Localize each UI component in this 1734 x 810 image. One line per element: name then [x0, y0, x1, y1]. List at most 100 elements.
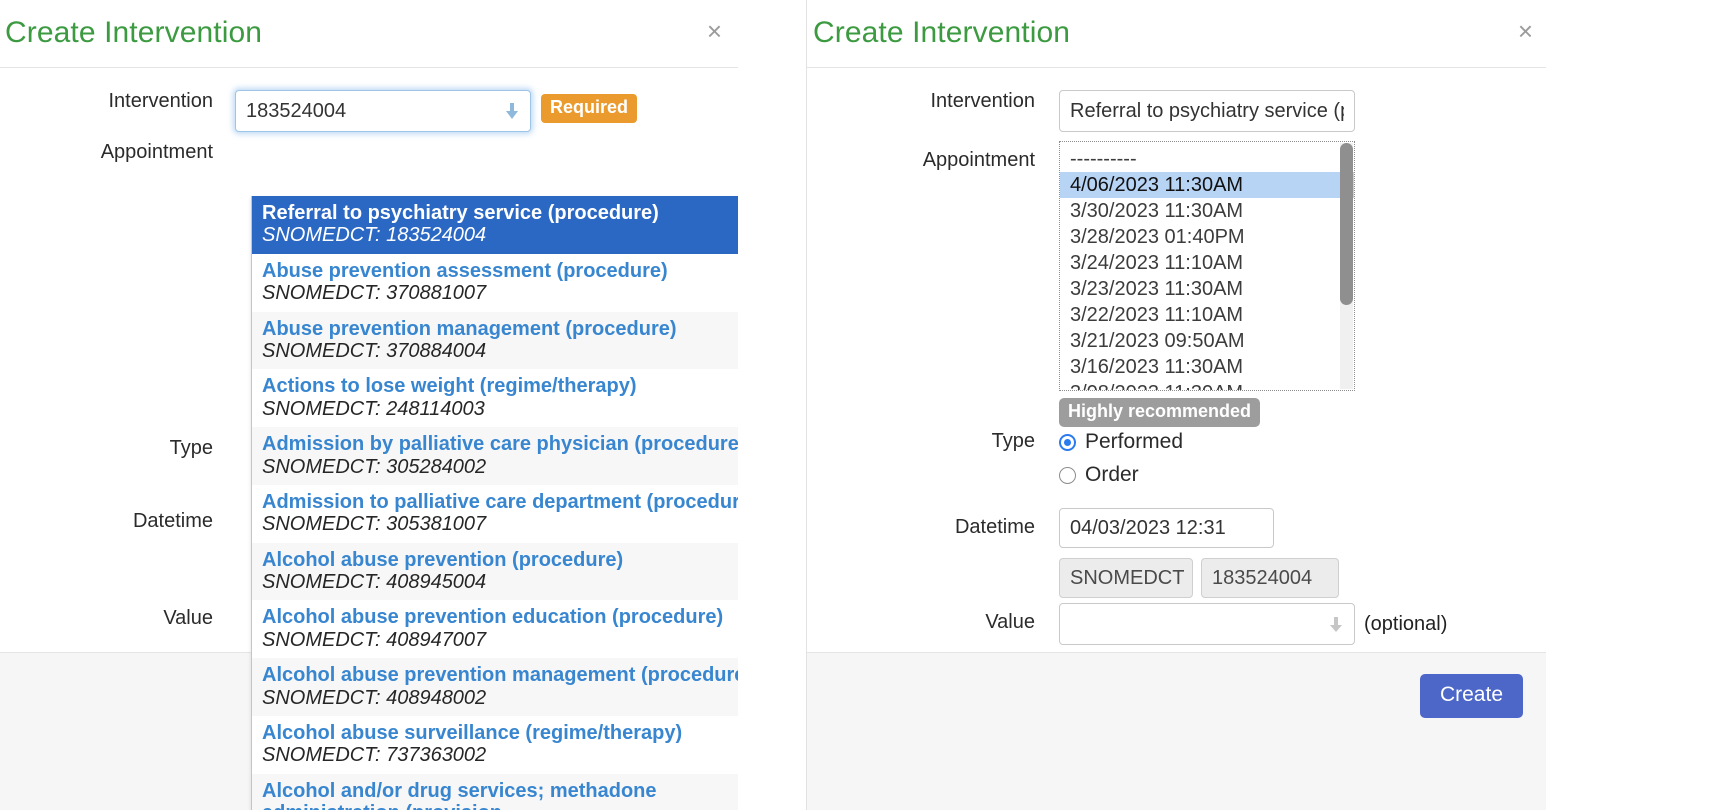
type-label-right: Type	[991, 430, 1035, 452]
page-title-right: Create Intervention	[813, 16, 1071, 49]
autocomplete-option-code: SNOMEDCT: 408948002	[262, 686, 487, 709]
recommend-badge-wrap: Highly recommended	[1059, 398, 1355, 427]
autocomplete-option-title: Alcohol abuse prevention (procedure)	[262, 548, 624, 571]
field-row-intervention: Intervention Required	[0, 90, 738, 132]
modal-footer-right: Create	[807, 652, 1547, 810]
radio-unchecked-icon[interactable]	[1059, 466, 1076, 484]
value-select-wrap	[1059, 603, 1355, 645]
listbox-scrollbar[interactable]	[1340, 143, 1353, 389]
appointment-option[interactable]: 3/08/2023 11:30AM	[1060, 380, 1354, 390]
type-label: Type	[169, 437, 213, 459]
autocomplete-option-title: Alcohol and/or drug services; methadone …	[262, 779, 657, 810]
datetime-label-right: Datetime	[954, 516, 1035, 538]
intervention-autocomplete-dropdown[interactable]: Referral to psychiatry service (procedur…	[251, 196, 739, 810]
autocomplete-option[interactable]: Actions to lose weight (regime/therapy) S…	[252, 369, 738, 428]
field-row-datetime-right: Datetime SNOMEDCT 183524004	[807, 508, 1547, 598]
appointment-label-right: Appointment	[922, 149, 1035, 171]
appointment-option[interactable]: 3/16/2023 11:30AM	[1060, 354, 1354, 380]
appointment-option[interactable]: 3/28/2023 01:40PM	[1060, 224, 1354, 250]
autocomplete-option[interactable]: Alcohol and/or drug services; methadone …	[252, 773, 738, 810]
appointment-label: Appointment	[100, 141, 213, 163]
appointment-field-wrap: ---------- 4/06/2023 11:30AM 3/30/2023 11:…	[1059, 141, 1355, 427]
autocomplete-option-code: SNOMEDCT: 248114003	[262, 397, 485, 420]
autocomplete-option[interactable]: Abuse prevention management (procedure) S…	[252, 311, 738, 370]
datetime-input[interactable]	[1059, 508, 1274, 548]
page-title: Create Intervention	[5, 16, 263, 49]
value-label: Value	[163, 607, 213, 629]
radio-checked-icon[interactable]	[1059, 433, 1076, 451]
modal-body-left: Intervention Required Appointment	[0, 68, 738, 810]
appointment-option[interactable]: 4/06/2023 11:30AM	[1060, 172, 1354, 198]
autocomplete-option-code: SNOMEDCT: 408945004	[262, 571, 487, 594]
autocomplete-option[interactable]: Admission by palliative care physician (…	[252, 427, 739, 485]
close-icon-right[interactable]: ×	[1518, 18, 1533, 44]
screenshot-root: Create Intervention × Intervention Requi…	[0, 0, 1734, 810]
intervention-input-wrap	[235, 90, 531, 132]
create-intervention-modal-right: Create Intervention × Intervention Appoi…	[806, 0, 1547, 810]
field-row-type-right: Type Performed Order	[807, 430, 1547, 496]
value-label-right: Value	[985, 611, 1035, 633]
intervention-label: Intervention	[108, 90, 213, 112]
value-input[interactable]	[1059, 603, 1355, 645]
modal-header-right: Create Intervention ×	[807, 0, 1547, 68]
intervention-input-right[interactable]	[1059, 90, 1355, 132]
autocomplete-option[interactable]: Admission to palliative care department …	[252, 484, 738, 543]
code-system-box: SNOMEDCT	[1059, 558, 1193, 598]
code-boxes: SNOMEDCT 183524004	[1059, 558, 1339, 598]
autocomplete-option-title: Alcohol abuse prevention education (proc…	[262, 606, 724, 629]
type-radio-option[interactable]: Order	[1059, 463, 1183, 487]
field-row-appointment: Appointment	[0, 141, 738, 164]
autocomplete-option-code: SNOMEDCT: 305284002	[262, 455, 487, 478]
autocomplete-option-title: Abuse prevention management (procedure)	[262, 317, 677, 340]
required-badge-wrap: Required	[541, 94, 638, 123]
appointment-option[interactable]: 3/23/2023 11:30AM	[1060, 276, 1354, 302]
appointment-listbox[interactable]: ---------- 4/06/2023 11:30AM 3/30/2023 11:…	[1059, 141, 1355, 391]
type-radio-option[interactable]: Performed	[1059, 430, 1183, 454]
autocomplete-option-code: SNOMEDCT: 183524004	[262, 224, 487, 247]
recommendation-badge: Highly recommended	[1059, 398, 1261, 427]
status-badge: Required	[541, 94, 638, 123]
value-field-wrap: (optional)	[1059, 603, 1447, 645]
autocomplete-option-title: Admission by palliative care physician (…	[262, 433, 739, 456]
autocomplete-option-code: SNOMEDCT: 737363002	[262, 744, 487, 767]
intervention-label-right: Intervention	[930, 90, 1035, 112]
close-icon[interactable]: ×	[707, 18, 722, 44]
type-radio-group[interactable]: Performed Order	[1059, 430, 1183, 496]
datetime-label: Datetime	[132, 510, 213, 532]
code-value-box: 183524004	[1201, 558, 1339, 598]
autocomplete-option[interactable]: Referral to psychiatry service (procedur…	[252, 196, 738, 254]
field-row-appointment-right: Appointment ---------- 4/06/2023 11:30AM 3…	[807, 141, 1547, 427]
appointment-option[interactable]: 3/24/2023 11:10AM	[1060, 250, 1354, 276]
field-row-intervention-right: Intervention	[807, 90, 1547, 132]
autocomplete-option-code: SNOMEDCT: 305381007	[262, 513, 487, 536]
optional-note: (optional)	[1364, 612, 1448, 635]
autocomplete-option-title: Abuse prevention assessment (procedure)	[262, 259, 668, 282]
modal-header-left: Create Intervention ×	[0, 0, 738, 68]
autocomplete-option[interactable]: Alcohol abuse prevention (procedure) SNOM…	[252, 542, 738, 601]
appointment-option[interactable]: ----------	[1060, 146, 1354, 172]
autocomplete-option-code: SNOMEDCT: 408947007	[262, 628, 487, 651]
modal-body-right: Intervention Appointment ----------4/06/…	[807, 68, 1547, 648]
autocomplete-option-title: Actions to lose weight (regime/therapy)	[262, 375, 637, 398]
autocomplete-option-code: SNOMEDCT: 370884004	[262, 339, 487, 362]
autocomplete-option[interactable]: Alcohol abuse prevention management (pro…	[252, 658, 738, 717]
autocomplete-option[interactable]: Alcohol abuse prevention education (proc…	[252, 600, 738, 659]
field-row-value-right: Value (optional)	[807, 603, 1547, 645]
intervention-input-wrap-right	[1059, 90, 1355, 132]
intervention-input[interactable]	[235, 90, 531, 132]
page-background	[1546, 0, 1734, 810]
panel-divider	[738, 0, 806, 810]
autocomplete-option-title: Referral to psychiatry service (procedur…	[262, 202, 659, 224]
appointment-option[interactable]: 3/22/2023 11:10AM	[1060, 302, 1354, 328]
autocomplete-option[interactable]: Alcohol abuse surveillance (regime/thera…	[252, 716, 738, 774]
create-button-right[interactable]: Create	[1419, 674, 1523, 718]
autocomplete-option-title: Alcohol abuse surveillance (regime/thera…	[262, 722, 683, 745]
type-radio-label: Performed	[1085, 430, 1184, 453]
create-intervention-modal-left: Create Intervention × Intervention Requi…	[0, 0, 739, 810]
type-radio-label: Order	[1085, 463, 1139, 486]
datetime-field-wrap: SNOMEDCT 183524004	[1059, 508, 1339, 598]
appointment-option[interactable]: 3/30/2023 11:30AM	[1060, 198, 1354, 224]
autocomplete-option[interactable]: Abuse prevention assessment (procedure) S…	[252, 253, 738, 312]
appointment-option[interactable]: 3/21/2023 09:50AM	[1060, 328, 1354, 354]
listbox-scroll-thumb[interactable]	[1340, 143, 1353, 305]
